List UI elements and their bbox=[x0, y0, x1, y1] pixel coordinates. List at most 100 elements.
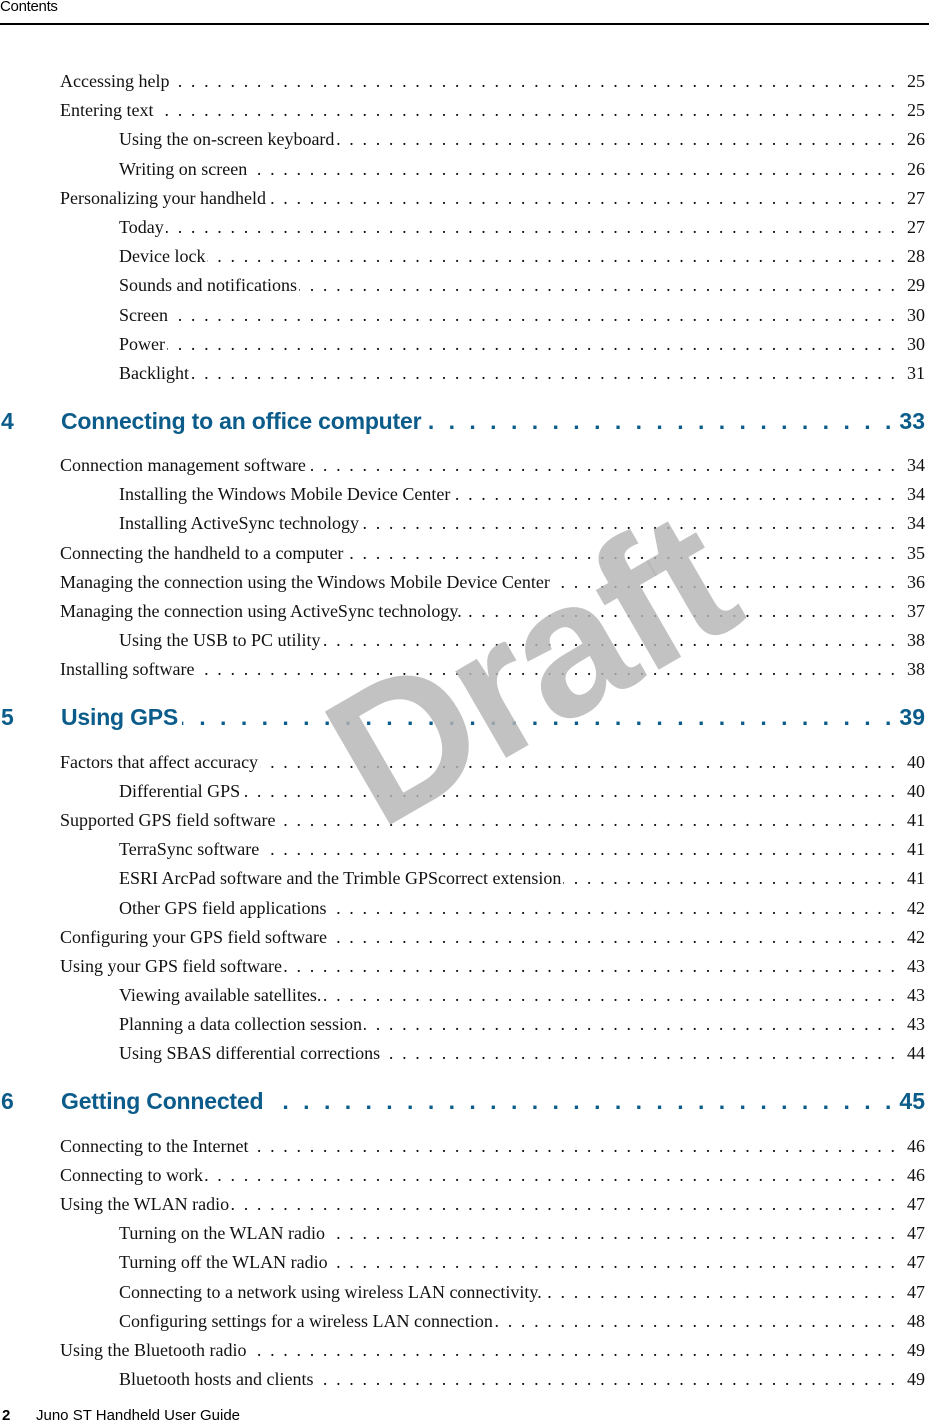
toc-entry-title[interactable]: Turning off the WLAN radio bbox=[119, 1248, 330, 1277]
toc-entry[interactable]: Using the Bluetooth radio 49 bbox=[0, 1336, 929, 1365]
toc-page-number[interactable]: 29 bbox=[901, 271, 929, 300]
toc-entry-title[interactable]: TerraSync software bbox=[119, 835, 261, 864]
toc-entry[interactable]: Personalizing your handheld 27 bbox=[0, 184, 929, 213]
toc-page-number[interactable]: 46 bbox=[901, 1132, 929, 1161]
toc-page-number[interactable]: 38 bbox=[901, 626, 929, 655]
toc-page-number[interactable]: 36 bbox=[901, 568, 929, 597]
toc-entry[interactable]: Connecting to work 46 bbox=[0, 1161, 929, 1190]
toc-page-number[interactable]: 25 bbox=[901, 67, 929, 96]
toc-entry-title[interactable]: Sounds and notifications bbox=[119, 271, 299, 300]
toc-entry-title[interactable]: Entering text bbox=[60, 96, 155, 125]
toc-page-number[interactable]: 35 bbox=[901, 539, 929, 568]
toc-entry-title[interactable]: Other GPS field applications bbox=[119, 894, 328, 923]
toc-subentry[interactable]: Writing on screen 26 bbox=[0, 155, 929, 184]
toc-entry-title[interactable]: Turning on the WLAN radio bbox=[119, 1219, 327, 1248]
toc-page-number[interactable]: 30 bbox=[901, 301, 929, 330]
toc-page-number[interactable]: 34 bbox=[901, 480, 929, 509]
toc-page-number[interactable]: 42 bbox=[901, 923, 929, 952]
toc-entry-title[interactable]: Using the Bluetooth radio bbox=[60, 1336, 248, 1365]
toc-subentry[interactable]: Using the on-screen keyboard 26 bbox=[0, 125, 929, 154]
toc-entry-title[interactable]: Managing the connection using the Window… bbox=[60, 568, 552, 597]
toc-entry[interactable]: Connection management software 34 bbox=[0, 451, 929, 480]
toc-entry[interactable]: Configuring your GPS field software 42 bbox=[0, 923, 929, 952]
toc-entry[interactable]: Factors that affect accuracy 40 bbox=[0, 748, 929, 777]
toc-page-number[interactable]: 26 bbox=[901, 125, 929, 154]
toc-entry-title[interactable]: Configuring settings for a wireless LAN … bbox=[119, 1307, 495, 1336]
toc-page-number[interactable]: 41 bbox=[901, 864, 929, 893]
toc-entry-title[interactable]: Backlight bbox=[119, 359, 191, 388]
toc-subentry[interactable]: Using SBAS differential corrections 44 bbox=[0, 1039, 929, 1068]
toc-page-number[interactable]: 37 bbox=[901, 597, 929, 626]
toc-subentry[interactable]: Turning on the WLAN radio 47 bbox=[0, 1219, 929, 1248]
chapter-title[interactable]: Getting Connected bbox=[61, 1088, 267, 1115]
toc-page-number[interactable]: 48 bbox=[901, 1307, 929, 1336]
toc-page-number[interactable]: 26 bbox=[901, 155, 929, 184]
toc-entry-title[interactable]: Using the on-screen keyboard bbox=[119, 125, 336, 154]
toc-page-number[interactable]: 40 bbox=[901, 748, 929, 777]
toc-subentry[interactable]: Turning off the WLAN radio 47 bbox=[0, 1248, 929, 1277]
toc-subentry[interactable]: Backlight 31 bbox=[0, 359, 929, 388]
toc-entry-title[interactable]: Device lock bbox=[119, 242, 207, 271]
toc-entry-title[interactable]: Factors that affect accuracy bbox=[60, 748, 260, 777]
toc-entry-title[interactable]: Configuring your GPS field software bbox=[60, 923, 329, 952]
toc-page-number[interactable]: 42 bbox=[901, 894, 929, 923]
toc-page-number[interactable]: 49 bbox=[901, 1336, 929, 1365]
toc-subentry[interactable]: Device lock 28 bbox=[0, 242, 929, 271]
toc-entry-title[interactable]: Connection management software bbox=[60, 451, 308, 480]
toc-page-number[interactable]: 41 bbox=[901, 835, 929, 864]
toc-page-number[interactable]: 34 bbox=[901, 509, 929, 538]
toc-subentry[interactable]: ESRI ArcPad software and the Trimble GPS… bbox=[0, 864, 929, 893]
toc-page-number[interactable]: 40 bbox=[901, 777, 929, 806]
toc-page-number[interactable]: 38 bbox=[901, 655, 929, 684]
toc-subentry[interactable]: Today 27 bbox=[0, 213, 929, 242]
toc-entry-title[interactable]: Today bbox=[119, 213, 166, 242]
toc-page-number[interactable]: 47 bbox=[901, 1248, 929, 1277]
toc-entry-title[interactable]: Installing the Windows Mobile Device Cen… bbox=[119, 480, 452, 509]
toc-subentry[interactable]: Bluetooth hosts and clients 49 bbox=[0, 1365, 929, 1394]
toc-subentry[interactable]: Configuring settings for a wireless LAN … bbox=[0, 1307, 929, 1336]
chapter-page-number[interactable]: 39 bbox=[899, 704, 929, 731]
toc-page-number[interactable]: 25 bbox=[901, 96, 929, 125]
toc-subentry[interactable]: Viewing available satellites. 43 bbox=[0, 981, 929, 1010]
toc-page-number[interactable]: 27 bbox=[901, 184, 929, 213]
toc-entry[interactable]: Connecting to the Internet 46 bbox=[0, 1132, 929, 1161]
toc-entry-title[interactable]: ESRI ArcPad software and the Trimble GPS… bbox=[119, 864, 563, 893]
toc-entry[interactable]: Using the WLAN radio 47 bbox=[0, 1190, 929, 1219]
toc-subentry[interactable]: Planning a data collection session 43 bbox=[0, 1010, 929, 1039]
toc-entry-title[interactable]: Supported GPS field software bbox=[60, 806, 277, 835]
toc-subentry[interactable]: Connecting to a network using wireless L… bbox=[0, 1278, 929, 1307]
toc-subentry[interactable]: Power 30 bbox=[0, 330, 929, 359]
toc-entry-title[interactable]: Connecting to the Internet bbox=[60, 1132, 250, 1161]
toc-entry-title[interactable]: Installing ActiveSync technology bbox=[119, 509, 361, 538]
toc-entry[interactable]: Entering text 25 bbox=[0, 96, 929, 125]
toc-subentry[interactable]: TerraSync software 41 bbox=[0, 835, 929, 864]
toc-entry-title[interactable]: Managing the connection using ActiveSync… bbox=[60, 597, 464, 626]
toc-entry-title[interactable]: Viewing available satellites. bbox=[119, 981, 323, 1010]
toc-page-number[interactable]: 47 bbox=[901, 1278, 929, 1307]
toc-entry-title[interactable]: Personalizing your handheld bbox=[60, 184, 268, 213]
toc-subentry[interactable]: Other GPS field applications 42 bbox=[0, 894, 929, 923]
toc-page-number[interactable]: 46 bbox=[901, 1161, 929, 1190]
toc-entry[interactable]: Connecting the handheld to a computer 35 bbox=[0, 539, 929, 568]
chapter-heading[interactable]: 5 Using GPS 39 bbox=[0, 691, 929, 745]
chapter-heading[interactable]: 6 Getting Connected 45 bbox=[0, 1075, 929, 1129]
toc-page-number[interactable]: 31 bbox=[901, 359, 929, 388]
toc-entry[interactable]: Using your GPS field software 43 bbox=[0, 952, 929, 981]
toc-page-number[interactable]: 43 bbox=[901, 1010, 929, 1039]
toc-entry[interactable]: Accessing help 25 bbox=[0, 67, 929, 96]
toc-page-number[interactable]: 44 bbox=[901, 1039, 929, 1068]
toc-entry[interactable]: Installing software 38 bbox=[0, 655, 929, 684]
toc-page-number[interactable]: 47 bbox=[901, 1219, 929, 1248]
toc-entry-title[interactable]: Differential GPS bbox=[119, 777, 242, 806]
chapter-title[interactable]: Using GPS bbox=[61, 704, 182, 731]
toc-entry-title[interactable]: Using the USB to PC utility bbox=[119, 626, 323, 655]
toc-subentry[interactable]: Installing the Windows Mobile Device Cen… bbox=[0, 480, 929, 509]
toc-entry-title[interactable]: Connecting the handheld to a computer bbox=[60, 539, 345, 568]
toc-entry-title[interactable]: Using the WLAN radio bbox=[60, 1190, 231, 1219]
toc-entry-title[interactable]: Screen bbox=[119, 301, 170, 330]
toc-subentry[interactable]: Sounds and notifications 29 bbox=[0, 271, 929, 300]
toc-entry-title[interactable]: Connecting to work bbox=[60, 1161, 205, 1190]
toc-entry-title[interactable]: Using SBAS differential corrections bbox=[119, 1039, 382, 1068]
toc-subentry[interactable]: Using the USB to PC utility 38 bbox=[0, 626, 929, 655]
toc-subentry[interactable]: Differential GPS 40 bbox=[0, 777, 929, 806]
